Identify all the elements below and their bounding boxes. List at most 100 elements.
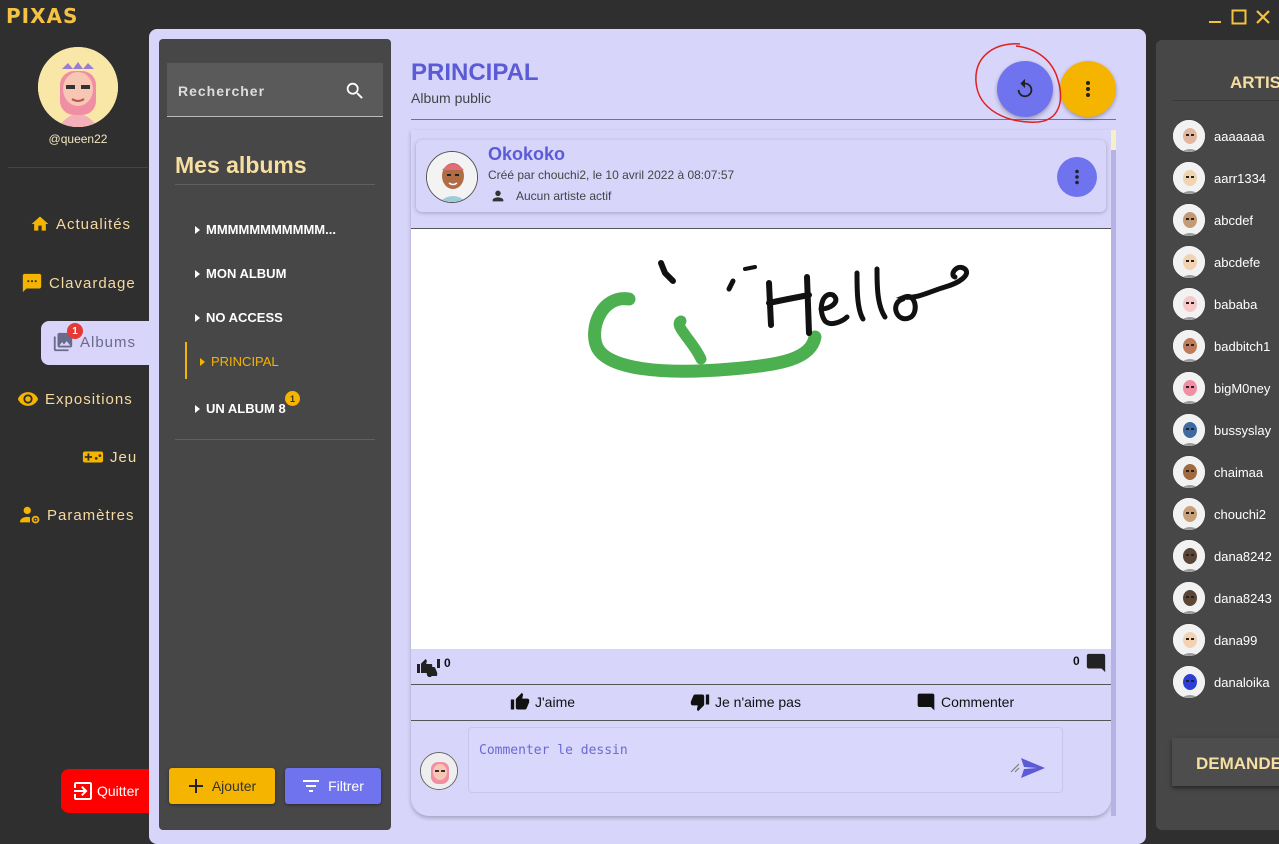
comment-icon <box>917 693 935 711</box>
artist-list-item[interactable]: chouchi2 <box>1172 496 1266 532</box>
author-avatar[interactable] <box>426 151 478 203</box>
home-icon <box>31 216 49 231</box>
artist-name: chaimaa <box>1214 464 1264 480</box>
artist-name: aaaaaaa <box>1214 128 1265 144</box>
album-item[interactable]: UN ALBUM 8 <box>195 401 286 416</box>
artist-name: chouchi2 <box>1214 506 1267 522</box>
album-item-label: PRINCIPAL <box>211 354 279 369</box>
artist-name: dana8243 <box>1214 590 1272 606</box>
album-item-label: UN ALBUM 8 <box>206 401 286 416</box>
artist-avatar <box>1172 623 1206 657</box>
artist-list-item[interactable]: chaimaa <box>1172 454 1263 490</box>
maximize-icon[interactable] <box>1227 6 1251 28</box>
quit-button[interactable]: Quitter <box>61 769 149 813</box>
artist-list-item[interactable]: dana99 <box>1172 622 1257 658</box>
comment-label: Commenter <box>941 694 1015 710</box>
artist-list-item[interactable]: aaaaaaa <box>1172 118 1265 154</box>
comments-count: 0 <box>1073 654 1080 668</box>
artist-list-item[interactable]: bababa <box>1172 286 1257 322</box>
like-label: J'aime <box>535 694 576 710</box>
drawing-options-button[interactable] <box>1057 157 1097 197</box>
artist-name: abcdefe <box>1214 254 1261 270</box>
artist-list-item[interactable]: dana8242 <box>1172 538 1272 574</box>
search-icon[interactable] <box>344 80 366 102</box>
drawing-canvas[interactable] <box>411 228 1111 649</box>
close-icon[interactable] <box>1251 6 1275 28</box>
thumb-up-icon <box>510 692 530 710</box>
album-item-active[interactable]: PRINCIPAL <box>200 354 279 369</box>
artist-avatar <box>1172 539 1206 573</box>
artist-list-item[interactable]: dana8243 <box>1172 580 1272 616</box>
drawing-image <box>588 260 969 378</box>
artist-avatar <box>1172 371 1206 405</box>
divider <box>175 184 375 185</box>
album-item-label: MON ALBUM <box>206 266 287 281</box>
artist-avatar <box>1172 665 1206 699</box>
filter-label: Filtrer <box>328 778 364 794</box>
card-scrollbar[interactable] <box>1111 130 1116 816</box>
artist-avatar <box>1172 161 1206 195</box>
person-icon <box>492 190 504 202</box>
comment-input[interactable] <box>468 727 1063 793</box>
artist-name: bababa <box>1214 296 1258 312</box>
divider <box>411 720 1111 721</box>
album-item[interactable]: NO ACCESS <box>195 310 283 325</box>
album-subtitle: Album public <box>411 90 492 106</box>
nav-item-parametres[interactable]: Paramètres <box>19 504 135 526</box>
resize-handle-icon[interactable] <box>1008 761 1020 773</box>
artist-avatar <box>1172 329 1206 363</box>
artist-list-item[interactable]: badbitch1 <box>1172 328 1270 364</box>
artist-avatar <box>1172 119 1206 153</box>
send-icon[interactable] <box>1020 757 1046 779</box>
more-vert-icon <box>1075 169 1079 185</box>
nav-item-label: Clavardage <box>49 274 136 292</box>
comment-count-icon <box>1086 653 1106 673</box>
artist-name: badbitch1 <box>1214 338 1271 354</box>
artist-name: bussyslay <box>1214 422 1272 438</box>
artist-avatar <box>1172 245 1206 279</box>
album-item[interactable]: MMMMMMMMMMM... <box>195 222 336 237</box>
caret-right-icon <box>195 225 200 234</box>
artist-list-item[interactable]: bigM0ney <box>1172 370 1270 406</box>
artist-list-item[interactable]: aarr1334 <box>1172 160 1266 196</box>
nav-item-label: Jeu <box>110 448 138 466</box>
card-scrollbar-thumb[interactable] <box>1111 130 1116 150</box>
artist-avatar <box>1172 455 1206 489</box>
filter-icon <box>303 780 320 792</box>
nav-item-jeu[interactable]: Jeu <box>82 446 137 468</box>
comment-button[interactable]: Commenter <box>915 692 1014 712</box>
dislike-button[interactable]: Je n'aime pas <box>689 692 801 712</box>
artist-list-item[interactable]: abcdef <box>1172 202 1253 238</box>
album-title: PRINCIPAL <box>411 59 539 86</box>
minimize-icon[interactable] <box>1203 6 1227 28</box>
artist-name: abcdef <box>1214 212 1254 228</box>
nav-item-expositions[interactable]: Expositions <box>17 388 133 410</box>
artist-list-item[interactable]: danaloika <box>1172 664 1270 700</box>
nav-item-clavardage[interactable]: Clavardage <box>21 272 136 294</box>
caret-right-icon <box>195 404 200 413</box>
nav-item-actualites[interactable]: Actualités <box>30 214 131 234</box>
divider <box>175 439 375 440</box>
add-album-button[interactable]: Ajouter <box>169 768 275 804</box>
active-artists: Aucun artiste actif <box>490 188 611 204</box>
artist-avatar <box>1172 497 1206 531</box>
active-artists-label: Aucun artiste actif <box>516 189 612 203</box>
gamepad-icon <box>82 451 104 463</box>
artist-name: danaloika <box>1214 674 1270 690</box>
thumb-down-icon <box>690 694 710 712</box>
username: @queen22 <box>48 132 108 146</box>
nav-divider <box>8 167 148 168</box>
like-button[interactable]: J'aime <box>509 692 575 712</box>
album-options-button[interactable] <box>1060 61 1116 117</box>
nav-item-albums-content[interactable]: Albums <box>52 331 136 353</box>
plus-icon <box>188 779 203 793</box>
artist-list-item[interactable]: abcdefe <box>1172 244 1260 280</box>
nav-item-label: Expositions <box>45 390 133 408</box>
filter-button[interactable]: Filtrer <box>285 768 381 804</box>
user-settings-icon <box>19 506 40 524</box>
artist-list-item[interactable]: bussyslay <box>1172 412 1271 448</box>
artist-avatar <box>1172 287 1206 321</box>
album-item[interactable]: MON ALBUM <box>195 266 286 281</box>
drawing-meta: Créé par chouchi2, le 10 avril 2022 à 08… <box>488 168 735 182</box>
user-avatar[interactable] <box>38 47 118 127</box>
